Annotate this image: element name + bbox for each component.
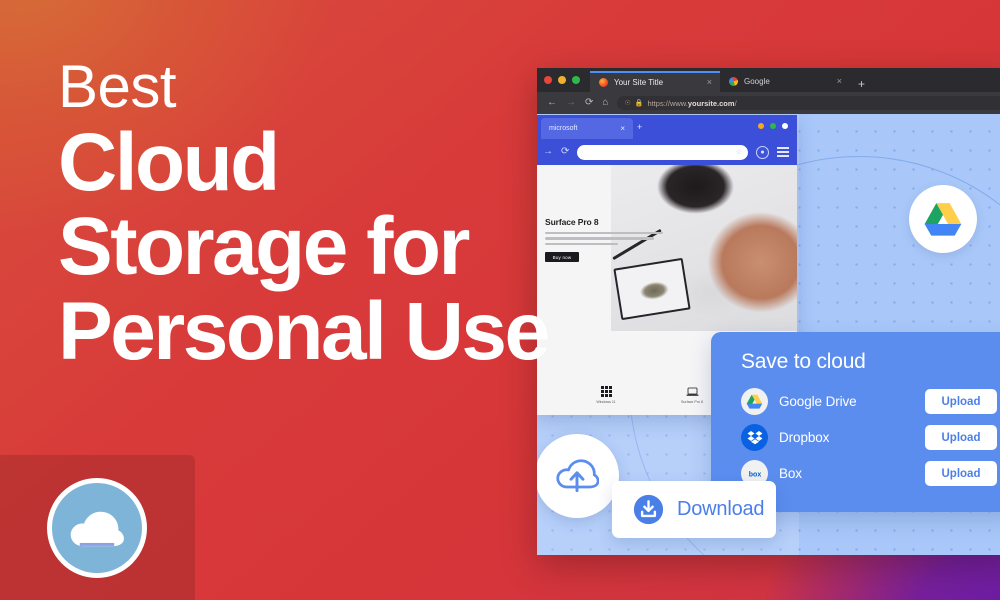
- windows-icon: [581, 383, 631, 398]
- reload-icon[interactable]: ⟳: [585, 98, 593, 108]
- browser-window: Your Site Title × Google × + ← → ⟳ ⌂ ☉ 🔒…: [537, 68, 1000, 555]
- upload-button-google-drive[interactable]: Upload: [925, 389, 997, 414]
- brand-logo-ring: [46, 477, 147, 578]
- feature-label: Windows 11: [596, 400, 616, 405]
- service-row-dropbox: Dropbox Upload: [741, 424, 997, 451]
- lock-icon: 🔒: [634, 100, 644, 107]
- nested-address-bar[interactable]: ☆: [577, 144, 748, 160]
- download-button-label: Download: [677, 498, 765, 520]
- service-row-box: box Box Upload: [741, 460, 997, 487]
- browser-page: microsoft × + → ⟳ ☆ ● Surface Pro 8 Buy …: [537, 114, 1000, 555]
- new-tab-button[interactable]: +: [637, 122, 642, 132]
- browser-tab-your-site-title[interactable]: Your Site Title ×: [590, 71, 720, 92]
- svg-text:box: box: [748, 471, 761, 478]
- feature-label: Surface Pro 8: [681, 400, 703, 405]
- dropbox-icon: [741, 424, 768, 451]
- maximize-window-button[interactable]: [572, 76, 580, 84]
- cloud-icon: [68, 499, 126, 557]
- forward-icon[interactable]: →: [566, 98, 576, 108]
- product-title: Surface Pro 8: [545, 217, 599, 227]
- product-description-placeholder: [545, 232, 663, 246]
- laptop-icon: [667, 383, 717, 397]
- close-window-button[interactable]: [544, 76, 552, 84]
- nested-window-controls[interactable]: [758, 123, 788, 129]
- browser-tab-bar: Your Site Title × Google × +: [537, 68, 1000, 92]
- minimize-window-button[interactable]: [558, 76, 566, 84]
- nested-page-copy: Surface Pro 8 Buy now: [545, 217, 663, 263]
- maximize-window-button[interactable]: [770, 123, 776, 129]
- google-drive-badge[interactable]: [909, 185, 977, 253]
- upload-button-box[interactable]: Upload: [925, 461, 997, 486]
- nested-tab-bar: microsoft × +: [537, 115, 797, 139]
- google-drive-icon: [923, 201, 963, 237]
- forward-icon[interactable]: →: [543, 147, 553, 157]
- browser-toolbar: ← → ⟳ ⌂ ☉ 🔒 https://www.yoursite.com/: [537, 92, 1000, 114]
- back-icon[interactable]: ←: [547, 98, 557, 108]
- minimize-window-button[interactable]: [758, 123, 764, 129]
- address-bar-value: https://www.yoursite.com/: [647, 98, 737, 108]
- home-icon[interactable]: ⌂: [602, 98, 608, 108]
- firefox-icon: [599, 78, 608, 87]
- service-name: Box: [779, 466, 802, 481]
- window-controls[interactable]: [544, 68, 590, 92]
- headline-line-4: Personal Use: [58, 285, 550, 377]
- close-tab-icon[interactable]: ×: [837, 77, 842, 86]
- google-icon: [729, 77, 738, 86]
- bookmark-star-icon[interactable]: ☆: [736, 148, 742, 156]
- page-title: Best Cloud Storage for Personal Use: [58, 53, 618, 377]
- close-tab-icon[interactable]: ×: [707, 78, 712, 87]
- new-tab-button[interactable]: +: [850, 78, 873, 92]
- shield-icon[interactable]: ☉: [624, 99, 630, 107]
- cloud-upload-icon: [555, 454, 599, 498]
- tablet-graphic: [613, 257, 691, 321]
- nested-browser-tab[interactable]: microsoft ×: [541, 118, 633, 139]
- upload-button-dropbox[interactable]: Upload: [925, 425, 997, 450]
- nested-tab-label: microsoft: [549, 125, 578, 132]
- save-panel-title: Save to cloud: [741, 350, 866, 373]
- headline-line-1: Best: [58, 53, 177, 120]
- download-button[interactable]: Download: [612, 481, 776, 538]
- browser-tab-label: Your Site Title: [614, 78, 664, 87]
- poster-canvas: Best Cloud Storage for Personal Use Your…: [0, 0, 1000, 600]
- profile-avatar-icon[interactable]: ●: [756, 145, 769, 159]
- feature-item[interactable]: Surface Pro 8: [667, 383, 717, 405]
- service-row-google-drive: Google Drive Upload: [741, 388, 997, 415]
- google-drive-icon: [741, 388, 768, 415]
- feature-item[interactable]: Windows 11: [581, 383, 631, 405]
- close-tab-icon[interactable]: ×: [620, 124, 625, 133]
- browser-tab-label: Google: [744, 77, 770, 86]
- close-window-button[interactable]: [782, 123, 788, 129]
- nested-toolbar: → ⟳ ☆ ●: [537, 139, 797, 165]
- service-name: Dropbox: [779, 430, 830, 445]
- download-circle-icon: [633, 494, 664, 525]
- buy-now-button[interactable]: Buy now: [545, 252, 579, 263]
- cloud-upload-badge[interactable]: [537, 434, 619, 518]
- headline-line-3: Storage for: [58, 201, 470, 293]
- headline-line-2: Cloud: [58, 117, 280, 208]
- address-bar[interactable]: ☉ 🔒 https://www.yoursite.com/: [617, 96, 1000, 110]
- reload-icon[interactable]: ⟳: [561, 147, 569, 157]
- menu-icon[interactable]: [777, 147, 789, 157]
- brand-logo-badge: [0, 455, 195, 600]
- browser-tab-google[interactable]: Google ×: [720, 71, 850, 92]
- service-name: Google Drive: [779, 394, 857, 409]
